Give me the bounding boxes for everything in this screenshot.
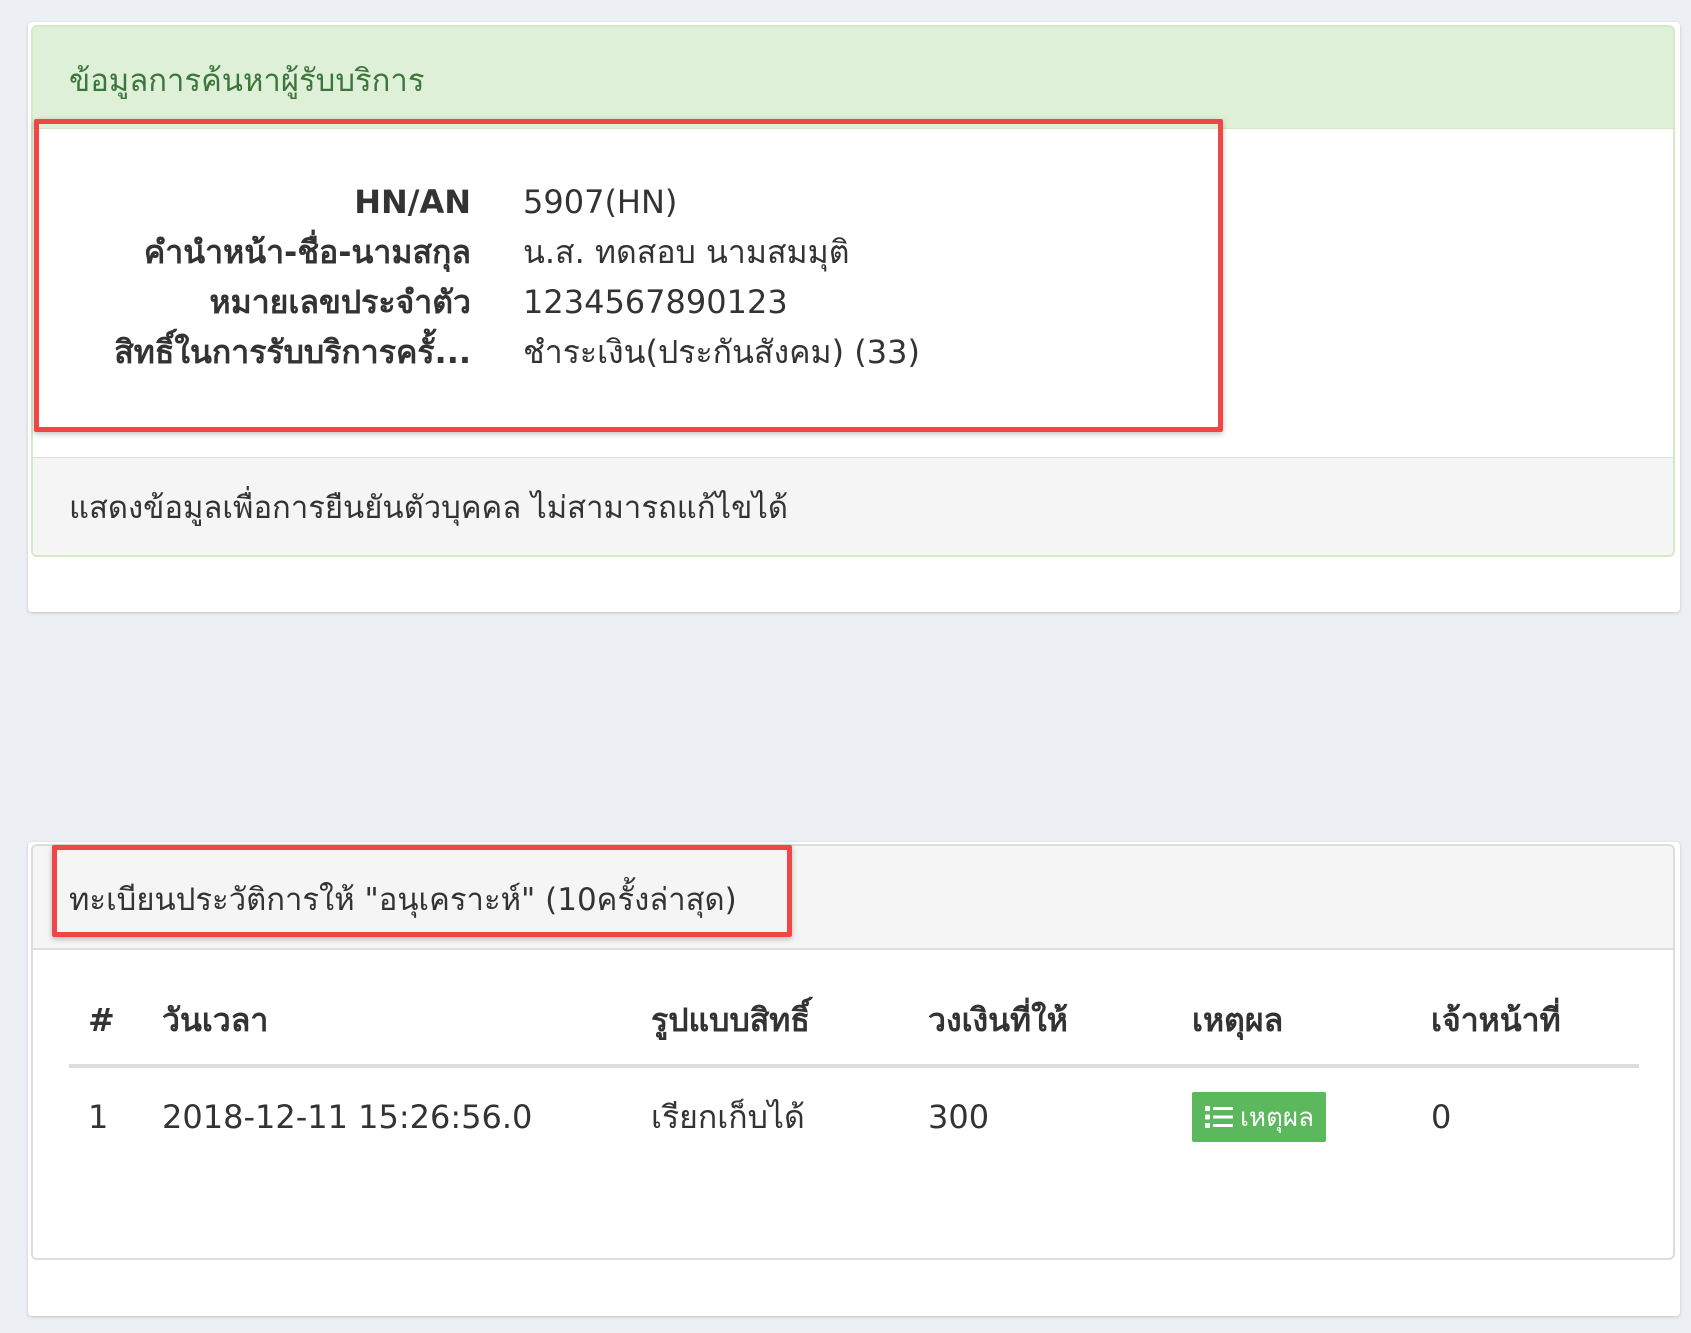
search-info-card: ข้อมูลการค้นหาผู้รับบริการ HN/AN 5907(HN… [28, 22, 1680, 612]
row-number: 1 [88, 1098, 109, 1136]
history-table-header: # วันเวลา รูปแบบสิทธิ์ วงเงินที่ให้ เหตุ… [69, 976, 1639, 1068]
info-row-id: หมายเลขประจำตัว 1234567890123 [69, 277, 920, 327]
name-value: น.ส. ทดสอบ นามสมมุติ [523, 233, 850, 271]
hn-value: 5907(HN) [523, 183, 678, 221]
info-row-name: คำนำหน้า-ชื่อ-นามสกุล น.ส. ทดสอบ นามสมมุ… [69, 227, 920, 277]
id-number-value: 1234567890123 [523, 283, 788, 321]
search-panel-body: HN/AN 5907(HN) คำนำหน้า-ชื่อ-นามสกุล น.ส… [33, 129, 1673, 457]
info-row-right: สิทธิ์ในการรับบริการครั้... ชำระเงิน(ประ… [69, 327, 920, 377]
col-right-type: รูปแบบสิทธิ์ [632, 976, 909, 1068]
name-label: คำนำหน้า-ชื่อ-นามสกุล [143, 233, 471, 271]
row-amount: 300 [928, 1098, 990, 1136]
list-icon [1204, 1104, 1234, 1130]
table-row: 1 2018-12-11 15:26:56.0 เรียกเก็บได้ 300 [69, 1066, 1639, 1166]
history-panel-title: ทะเบียนประวัติการให้ "อนุเคราะห์" (10ครั… [33, 846, 1673, 950]
search-info-panel: ข้อมูลการค้นหาผู้รับบริการ HN/AN 5907(HN… [31, 25, 1675, 557]
col-number: # [69, 976, 143, 1068]
hn-label: HN/AN [354, 183, 471, 221]
history-table: # วันเวลา รูปแบบสิทธิ์ วงเงินที่ให้ เหตุ… [69, 976, 1639, 1166]
service-right-value: ชำระเงิน(ประกันสังคม) (33) [523, 333, 920, 371]
row-datetime: 2018-12-11 15:26:56.0 [162, 1098, 533, 1136]
row-right-type: เรียกเก็บได้ [651, 1097, 805, 1136]
row-staff: 0 [1431, 1098, 1452, 1136]
col-amount: วงเงินที่ให้ [909, 976, 1173, 1068]
row-reason-cell: เหตุผล [1173, 1066, 1412, 1166]
patient-info-table: HN/AN 5907(HN) คำนำหน้า-ชื่อ-นามสกุล น.ส… [69, 177, 920, 377]
reason-button[interactable]: เหตุผล [1192, 1092, 1327, 1142]
col-datetime: วันเวลา [143, 976, 632, 1068]
search-panel-title: ข้อมูลการค้นหาผู้รับบริการ [33, 27, 1673, 129]
id-number-label: หมายเลขประจำตัว [209, 283, 471, 321]
col-staff: เจ้าหน้าที่ [1412, 976, 1639, 1068]
service-right-label: สิทธิ์ในการรับบริการครั้... [114, 333, 471, 371]
col-reason: เหตุผล [1173, 976, 1412, 1068]
reason-button-label: เหตุผล [1240, 1102, 1315, 1133]
search-panel-footer: แสดงข้อมูลเพื่อการยืนยันตัวบุคคล ไม่สามา… [33, 457, 1673, 555]
info-row-hn: HN/AN 5907(HN) [69, 177, 920, 227]
